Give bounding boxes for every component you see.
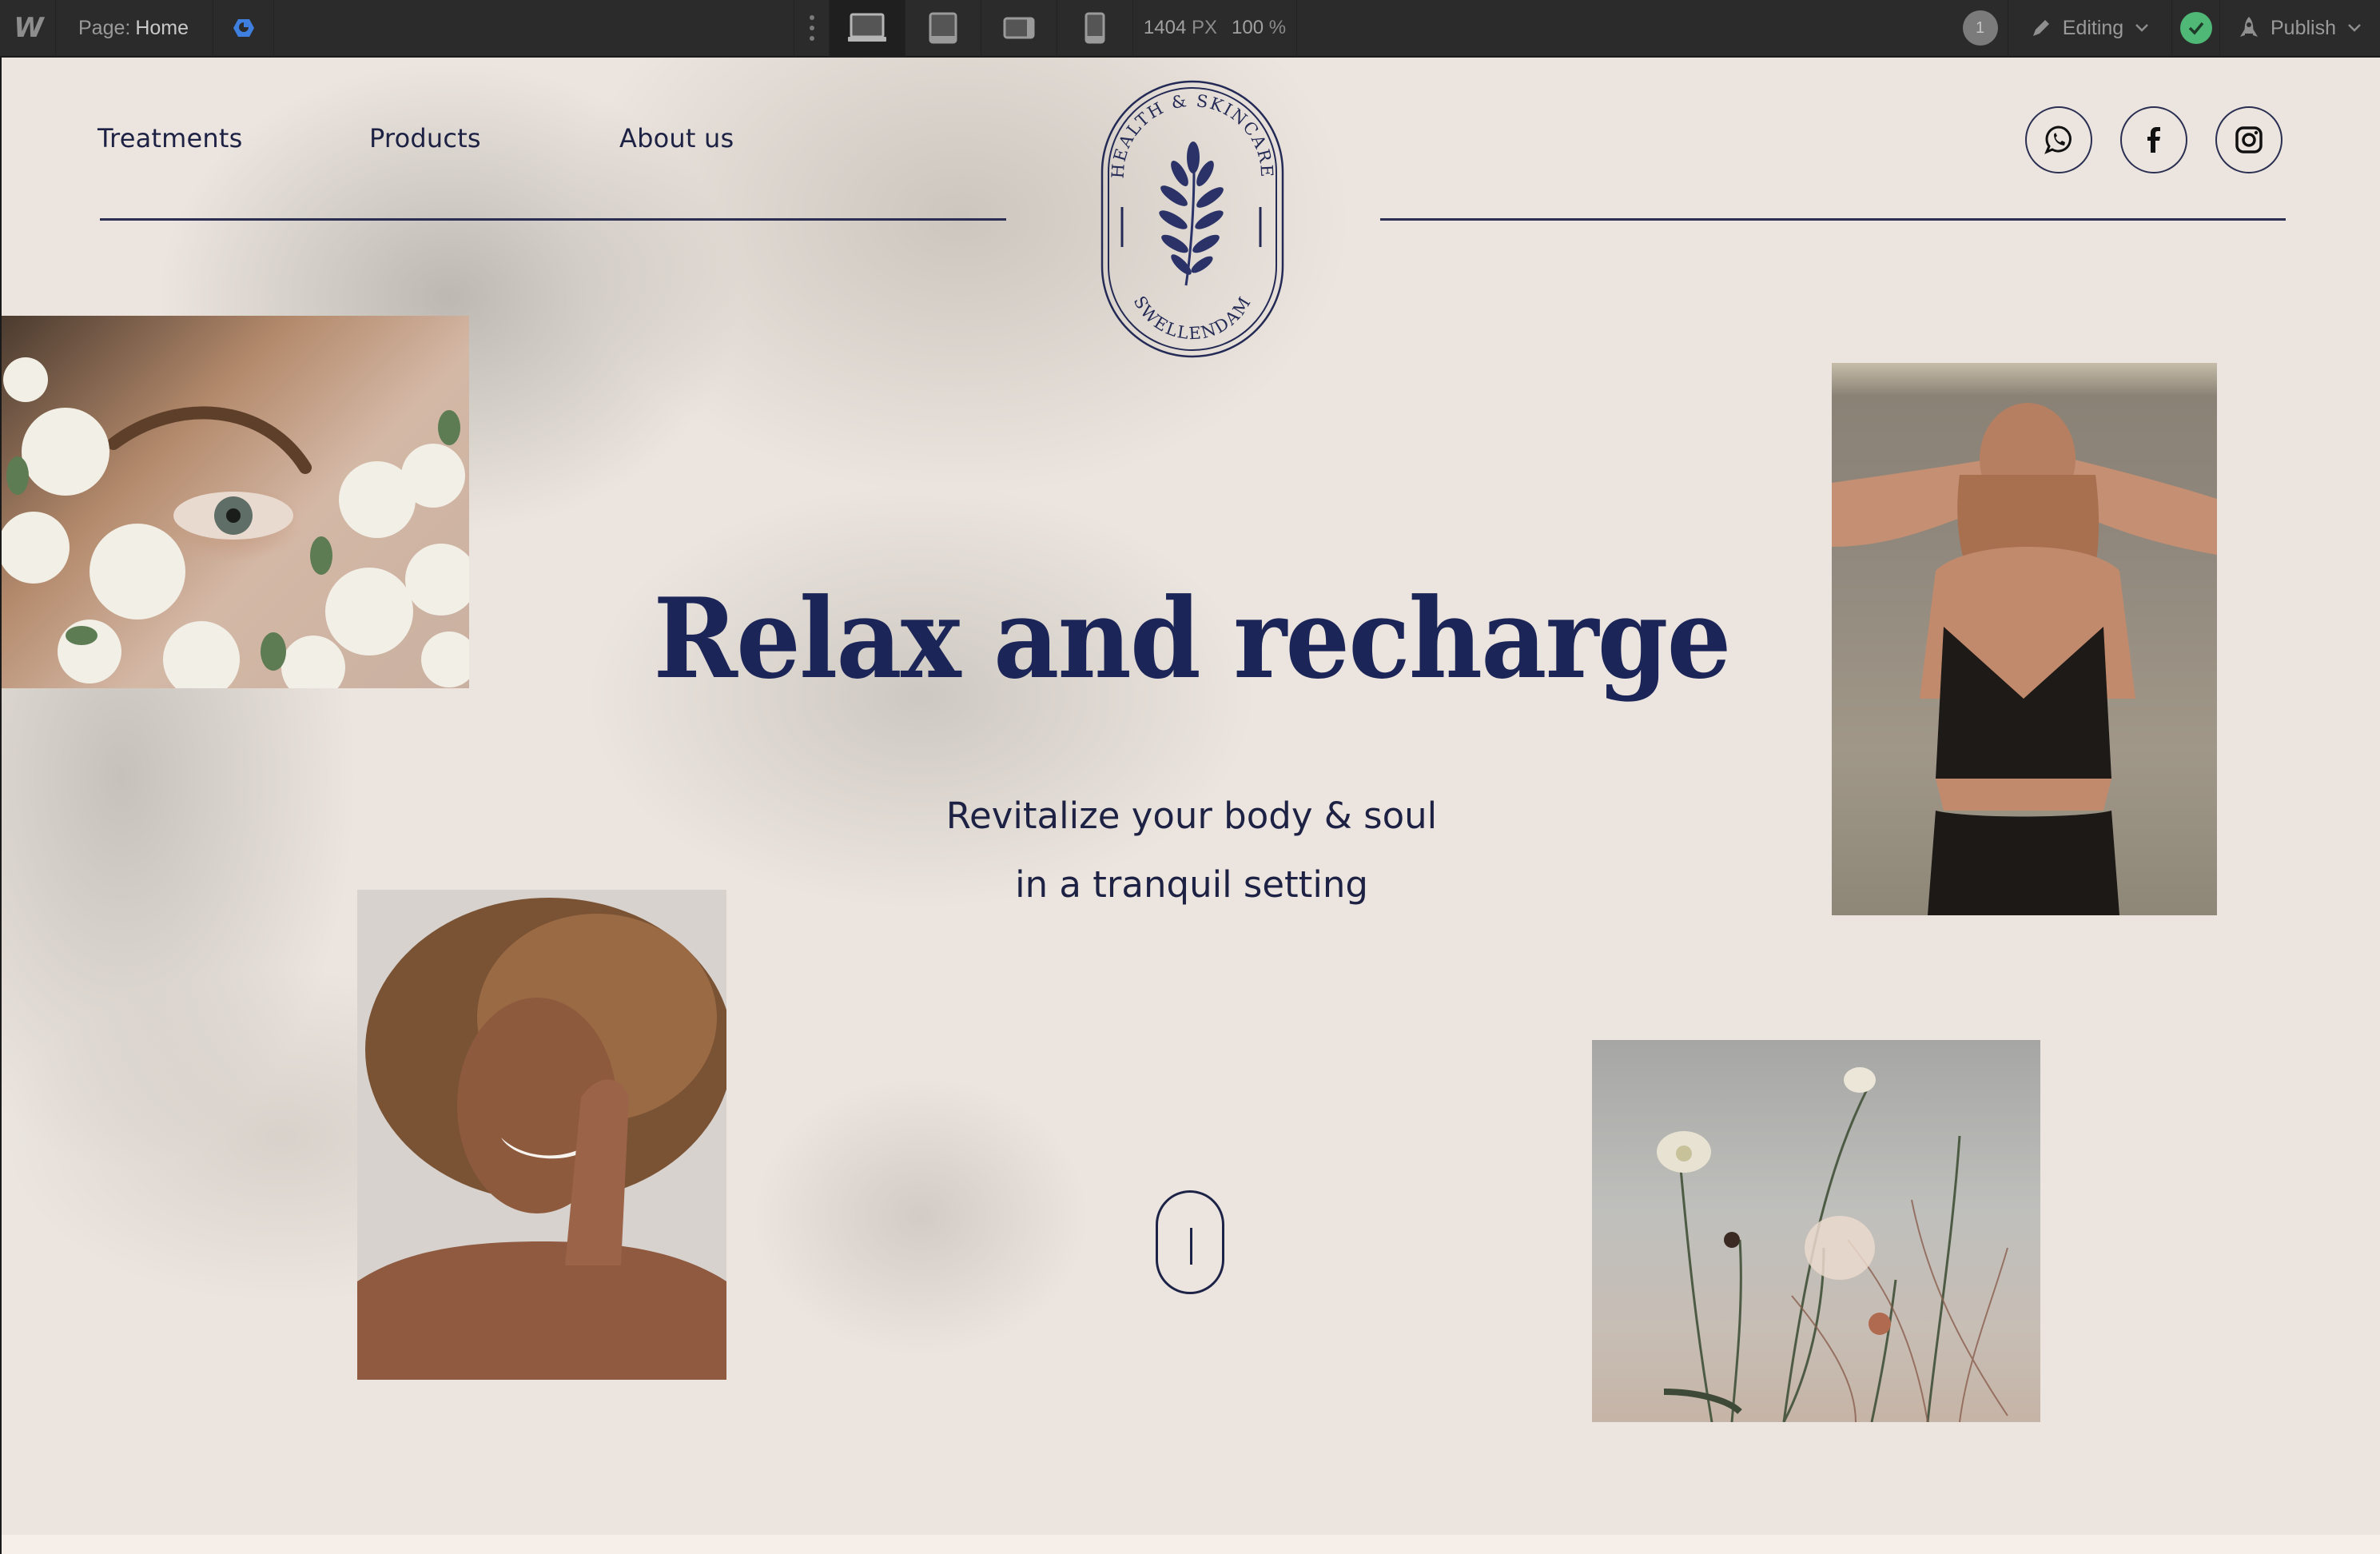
facebook-link[interactable] [2120,106,2187,173]
collaborators-button[interactable]: 1 [1952,0,2008,57]
instagram-link[interactable] [2215,106,2282,173]
canvas-size-readout: 1404 PX 100 % [1133,0,1297,57]
whatsapp-icon [2044,126,2072,154]
facebook-icon [2147,127,2160,153]
mode-label: Editing [2062,16,2124,39]
photo-wildflowers [1592,1040,2040,1422]
save-status[interactable] [2172,0,2220,57]
nav-link-treatments[interactable]: Treatments [98,123,243,153]
header-divider-right [1380,218,2286,221]
canvas-width-unit: PX [1191,17,1217,38]
toolbar-flex-spacer [1297,0,1952,57]
publish-label: Publish [2271,16,2336,39]
pencil-icon [2032,20,2049,36]
collaborators-count: 1 [1975,18,1985,37]
header-divider-left [100,218,1006,221]
hero-subtitle-line-2: in a tranquil setting [1015,863,1368,906]
next-section-edge [2,1535,2380,1554]
instagram-icon [2235,126,2263,153]
check-icon [2179,12,2212,44]
page-selector[interactable]: Page: Home [56,0,213,57]
wildflowers-illustration [1657,1067,2008,1422]
smiling-woman-illustration [357,898,726,1380]
hero-title: Relax and recharge [653,573,1731,703]
chevron-down-icon [2135,24,2149,32]
phone-portrait-icon [1085,12,1105,44]
collaborators-badge: 1 [1962,10,1998,46]
vertical-dots-icon [809,15,814,41]
nav-link-about-us[interactable]: About us [619,123,734,153]
app-logo-text: W [14,12,43,44]
tablet-icon [929,12,957,44]
page-label: Page: [78,16,131,39]
mode-dropdown[interactable]: Editing [2008,0,2172,57]
device-mobile-landscape-button[interactable] [981,0,1057,57]
brand-logo[interactable]: HEALTH & SKINCARE SWELLENDAM [1100,79,1285,359]
logo-bottom-text: SWELLENDAM [1130,293,1256,343]
canvas-width-value: 1404 [1143,17,1187,38]
hero-subtitle-line-1: Revitalize your body & soul [945,795,1438,837]
design-canvas[interactable]: Treatments Products About us HEALTH & SK… [0,58,2380,1554]
leaf-branch-icon [1159,141,1224,286]
photo-smiling-woman [357,890,726,1380]
zoom-unit: % [1268,17,1287,38]
whatsapp-link[interactable] [2025,106,2092,173]
scroll-down-indicator[interactable] [1156,1190,1224,1294]
rocket-icon [2240,17,2258,37]
app-logo[interactable]: W [0,0,56,57]
device-mobile-portrait-button[interactable] [1057,0,1133,57]
eye-icon [233,19,254,37]
page-name: Home [135,16,189,39]
more-options-button[interactable] [794,0,830,57]
chevron-down-icon [2348,24,2361,32]
phone-landscape-icon [1003,17,1035,39]
zoom-value: 100 [1232,17,1264,38]
publish-dropdown[interactable]: Publish [2220,0,2380,57]
designer-toolbar: W Page:Home 1404 PX 100 % 1 Editing Pub [0,0,2380,57]
device-tablet-button[interactable] [905,0,981,57]
nav-link-products[interactable]: Products [369,123,481,153]
preview-button[interactable] [213,0,274,57]
device-desktop-button[interactable] [830,0,905,57]
laptop-icon [848,13,886,42]
